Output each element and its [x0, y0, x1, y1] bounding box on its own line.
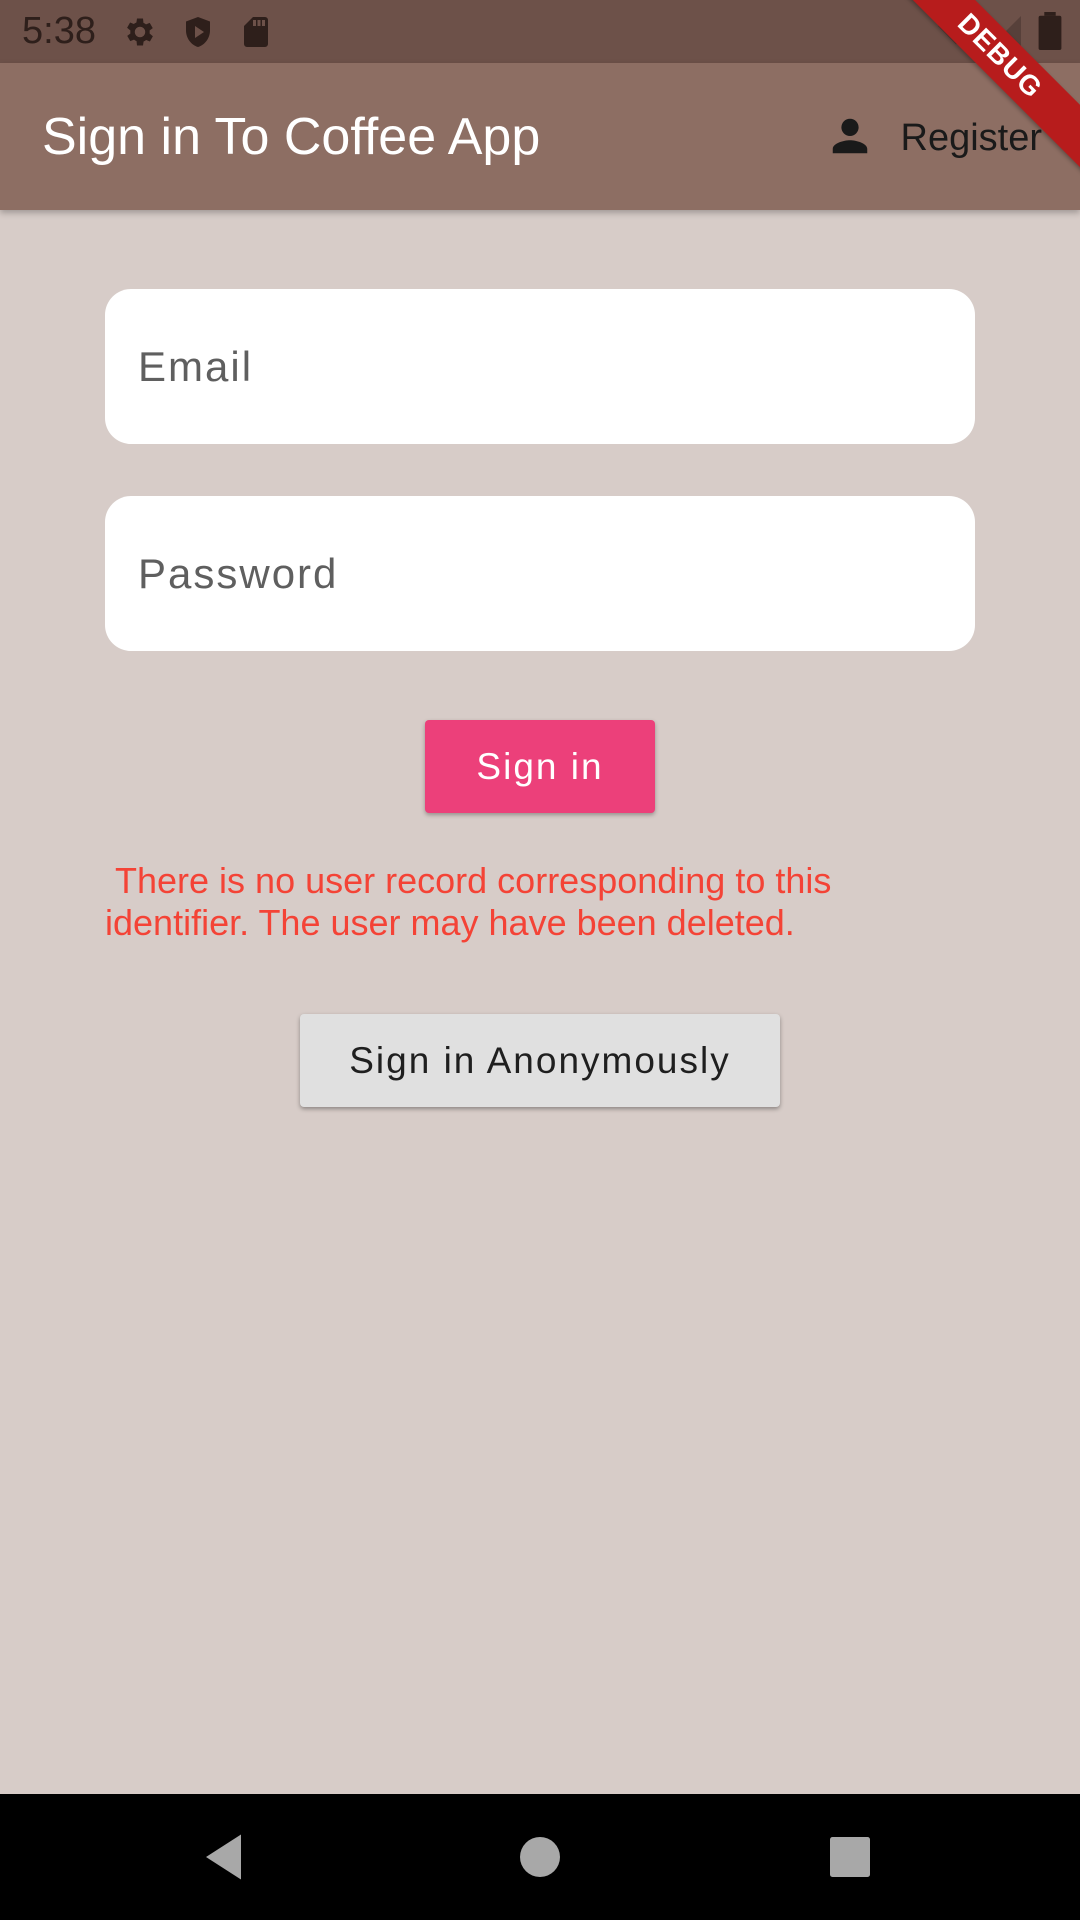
sign-in-button[interactable]: Sign in — [425, 720, 655, 813]
battery-icon — [1038, 12, 1062, 55]
sign-in-label: Sign in — [476, 745, 604, 787]
sign-in-anonymously-button[interactable]: Sign in Anonymously — [300, 1014, 780, 1107]
recents-icon[interactable] — [820, 1827, 880, 1887]
sd-card-icon — [238, 14, 274, 50]
error-message: There is no user record corresponding to… — [105, 860, 832, 943]
status-time: 5:38 — [22, 10, 96, 52]
password-field[interactable] — [105, 496, 975, 651]
sign-in-anonymously-label: Sign in Anonymously — [349, 1039, 731, 1081]
email-field-container — [105, 289, 975, 444]
page-title: Sign in To Coffee App — [42, 108, 541, 166]
app-bar: Sign in To Coffee App Register — [0, 63, 1080, 210]
home-icon[interactable] — [510, 1827, 570, 1887]
register-label: Register — [900, 116, 1043, 159]
email-field[interactable] — [105, 289, 975, 444]
person-icon — [827, 113, 873, 164]
register-button[interactable]: Register — [827, 108, 1043, 168]
status-bar: 5:38 — [0, 0, 1080, 63]
system-nav-bar — [0, 1794, 1080, 1920]
shield-icon — [180, 14, 216, 50]
back-icon[interactable] — [196, 1827, 256, 1887]
password-field-container — [105, 496, 975, 651]
gear-icon — [122, 14, 158, 50]
